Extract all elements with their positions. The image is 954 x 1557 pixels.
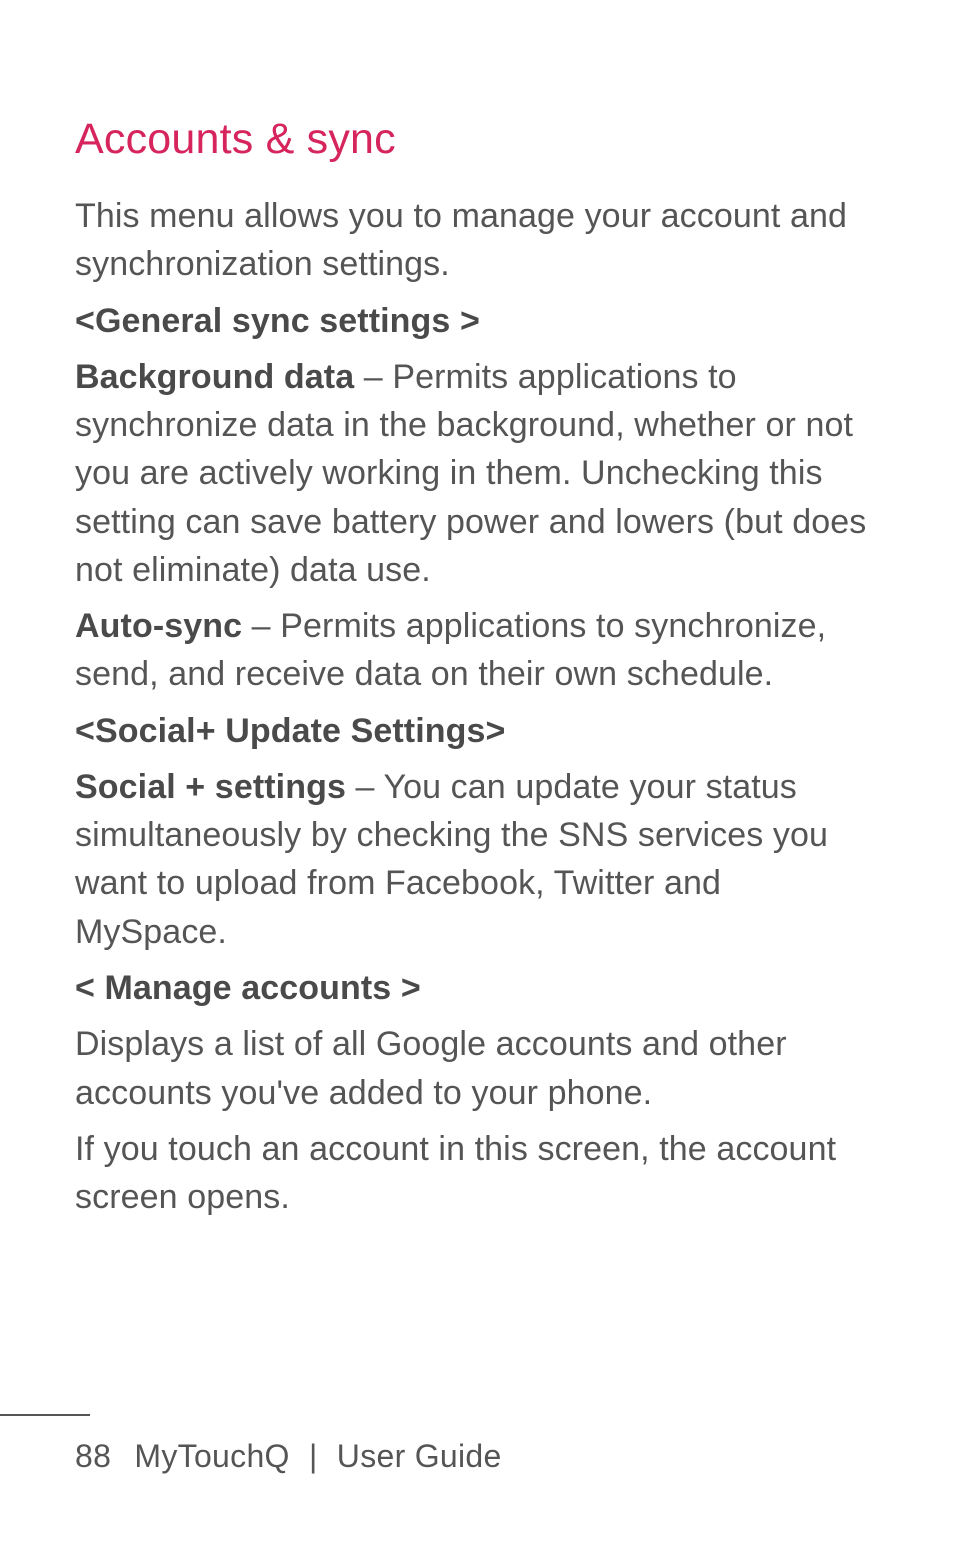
page-number: 88 bbox=[75, 1438, 111, 1475]
document-page: Accounts & sync This menu allows you to … bbox=[0, 0, 954, 1221]
social-update-header: <Social+ Update Settings> bbox=[75, 707, 879, 755]
product-name: MyTouchQ bbox=[134, 1438, 289, 1474]
background-data-label: Background data bbox=[75, 358, 354, 396]
section-heading: Accounts & sync bbox=[75, 115, 879, 164]
social-settings-paragraph: Social + settings – You can update your … bbox=[75, 763, 879, 956]
background-data-paragraph: Background data – Permits applications t… bbox=[75, 353, 879, 594]
auto-sync-paragraph: Auto-sync – Permits applications to sync… bbox=[75, 602, 879, 699]
manage-accounts-header-text: < Manage accounts > bbox=[75, 969, 421, 1007]
social-settings-label: Social + settings bbox=[75, 768, 346, 806]
footer-separator: | bbox=[309, 1438, 318, 1474]
manage-accounts-header: < Manage accounts > bbox=[75, 964, 879, 1012]
general-sync-header-text: <General sync settings > bbox=[75, 302, 480, 340]
social-update-header-text: <Social+ Update Settings> bbox=[75, 712, 505, 750]
footer-rule bbox=[0, 1414, 90, 1416]
general-sync-header: <General sync settings > bbox=[75, 297, 879, 345]
manage-accounts-p1: Displays a list of all Google accounts a… bbox=[75, 1020, 879, 1117]
page-footer: 88 MyTouchQ | User Guide bbox=[0, 1414, 954, 1475]
auto-sync-label: Auto-sync bbox=[75, 607, 242, 645]
manage-accounts-p2: If you touch an account in this screen, … bbox=[75, 1125, 879, 1222]
intro-paragraph: This menu allows you to manage your acco… bbox=[75, 192, 879, 289]
footer-text: 88 MyTouchQ | User Guide bbox=[75, 1438, 879, 1475]
doc-title: User Guide bbox=[337, 1438, 502, 1474]
